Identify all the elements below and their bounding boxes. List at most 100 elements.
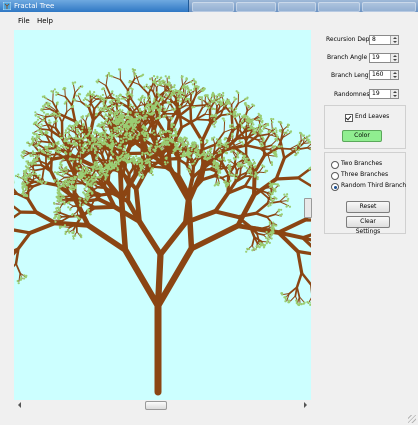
leaf	[121, 122, 124, 125]
branch	[279, 140, 286, 160]
leaf	[103, 166, 107, 169]
leaf	[82, 191, 85, 194]
leaf	[60, 136, 64, 140]
leaf	[138, 172, 141, 175]
leaf	[53, 211, 56, 214]
leaf	[132, 136, 135, 139]
leaf	[132, 118, 135, 121]
leaf	[280, 292, 283, 295]
branch	[91, 107, 96, 122]
branch	[57, 177, 66, 183]
leaf	[310, 301, 311, 304]
leaf	[210, 100, 213, 104]
title-bar[interactable]: Fractal Tree	[0, 0, 189, 12]
branch	[126, 182, 131, 204]
leaf	[154, 145, 157, 148]
leaf	[103, 107, 106, 110]
branch	[14, 205, 23, 214]
leaf	[272, 118, 275, 121]
leaf	[142, 111, 145, 115]
leaf	[148, 161, 151, 164]
leaf	[152, 129, 155, 132]
leaf	[175, 134, 178, 137]
leaf	[295, 153, 298, 156]
leaf	[115, 97, 118, 101]
leaf	[114, 104, 117, 107]
branch	[63, 194, 73, 198]
leaf	[260, 120, 263, 123]
leaf	[148, 94, 151, 98]
leaf	[49, 143, 52, 146]
leaf	[74, 134, 78, 138]
leaf	[276, 139, 279, 142]
leaf	[141, 125, 144, 128]
leaf	[130, 129, 134, 132]
leaf	[25, 168, 28, 172]
leaf	[154, 102, 158, 105]
branch	[122, 247, 162, 310]
leaf	[81, 166, 85, 169]
leaf	[24, 194, 27, 197]
leaf	[63, 151, 67, 154]
menu-file[interactable]: File	[18, 16, 30, 26]
leaf	[115, 142, 118, 145]
leaf	[167, 91, 170, 94]
leaf	[179, 105, 182, 108]
taskbar-item[interactable]	[192, 2, 234, 12]
leaf	[209, 154, 212, 157]
leaf	[97, 106, 100, 109]
leaf	[140, 162, 144, 165]
leaf	[159, 128, 162, 131]
leaf	[27, 166, 30, 169]
leaf	[174, 142, 177, 145]
leaf	[199, 154, 202, 157]
leaf	[90, 184, 93, 188]
leaf	[228, 106, 231, 110]
leaf	[232, 111, 235, 115]
leaf	[234, 157, 237, 160]
leaf	[162, 116, 165, 119]
menu-help[interactable]: Help	[37, 16, 53, 26]
leaf	[221, 102, 224, 106]
leaf	[187, 155, 190, 158]
leaf	[222, 99, 225, 102]
leaf	[155, 140, 158, 143]
leaf	[140, 131, 143, 134]
leaf	[170, 117, 173, 120]
leaf	[215, 138, 219, 141]
leaf	[179, 137, 182, 140]
leaf	[94, 161, 97, 164]
leaf	[141, 96, 144, 99]
taskbar-item[interactable]	[318, 2, 360, 12]
taskbar-item[interactable]	[278, 2, 316, 12]
taskbar-item[interactable]	[236, 2, 276, 12]
leaf	[71, 98, 75, 101]
leaf	[270, 192, 273, 195]
leaf	[60, 164, 63, 167]
leaf	[70, 157, 73, 161]
leaf	[105, 98, 108, 101]
leaf	[227, 98, 230, 102]
leaf	[48, 145, 52, 148]
branch	[258, 166, 264, 173]
branch	[161, 99, 165, 112]
taskbar-item[interactable]	[362, 2, 416, 12]
leaf	[37, 141, 41, 144]
leaf	[272, 130, 275, 134]
leaf	[103, 172, 106, 175]
branch	[212, 174, 224, 180]
leaf	[129, 137, 132, 141]
leaf	[247, 105, 251, 108]
leaf	[253, 165, 256, 168]
leaf	[228, 171, 231, 174]
leaf	[58, 182, 61, 185]
leaf	[186, 168, 189, 171]
branch	[267, 154, 272, 164]
branch	[119, 78, 129, 92]
leaf	[120, 97, 124, 100]
leaf	[83, 187, 86, 190]
tree-canvas[interactable]	[14, 30, 311, 400]
branch	[33, 167, 45, 172]
leaf	[170, 94, 173, 97]
leaf	[145, 161, 149, 164]
